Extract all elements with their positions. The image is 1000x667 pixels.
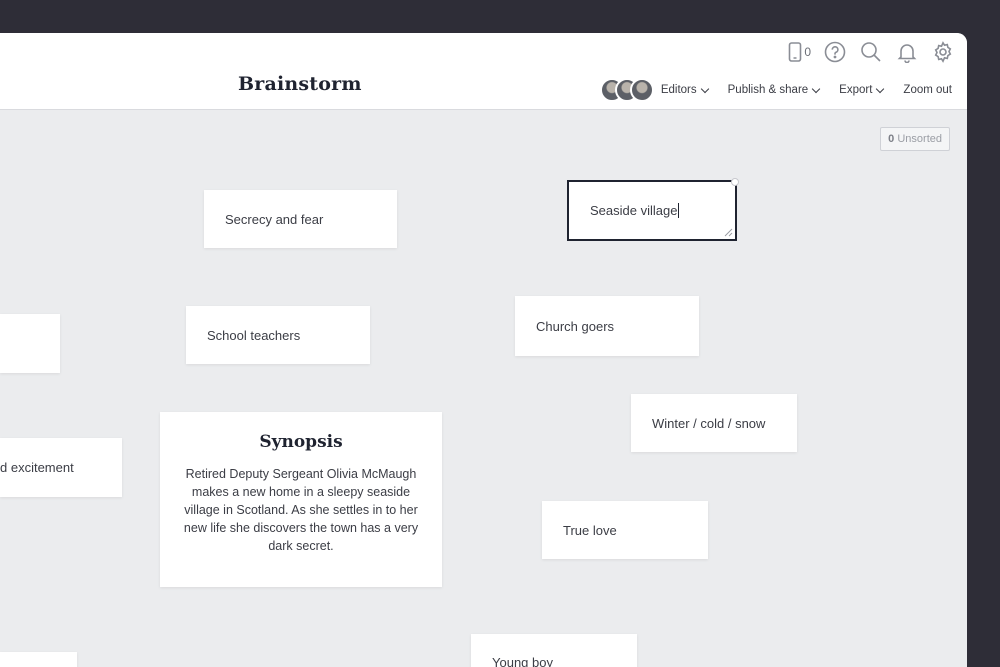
search-button[interactable] xyxy=(859,40,883,64)
card-true-love[interactable]: True love xyxy=(542,501,708,559)
chevron-down-icon xyxy=(876,84,885,93)
settings-button[interactable] xyxy=(931,40,955,64)
export-menu[interactable]: Export xyxy=(839,84,885,96)
avatar xyxy=(629,78,654,102)
unsorted-count: 0 xyxy=(888,133,895,145)
card-partial-bottom-left[interactable] xyxy=(0,652,77,667)
top-bar: Brainstorm 0 Editors Publish & share Exp… xyxy=(0,33,967,110)
card-label: d excitement xyxy=(0,460,74,475)
brainstorm-board[interactable]: 0 Unsorted Secrecy and fear Seaside vill… xyxy=(0,110,967,667)
synopsis-title: Synopsis xyxy=(259,432,343,452)
help-icon xyxy=(824,41,846,63)
editors-menu[interactable]: Editors xyxy=(660,84,709,96)
card-synopsis[interactable]: Synopsis Retired Deputy Sergeant Olivia … xyxy=(160,412,442,587)
phone-icon xyxy=(789,42,802,62)
resize-handle-icon[interactable] xyxy=(724,228,733,237)
chevron-down-icon xyxy=(700,84,709,93)
card-partial-left[interactable] xyxy=(0,314,60,373)
editors-label: Editors xyxy=(660,84,697,96)
card-label: True love xyxy=(563,522,617,538)
chevron-down-icon xyxy=(811,84,821,93)
drag-handle[interactable] xyxy=(731,178,739,186)
editor-avatars[interactable] xyxy=(599,78,654,102)
text-caret xyxy=(678,203,680,218)
card-winter[interactable]: Winter / cold / snow xyxy=(631,394,797,452)
card-text-input[interactable]: Seaside village xyxy=(590,203,677,218)
header-menu: Editors Publish & share Export Zoom out xyxy=(599,78,952,102)
toolbar-icons: 0 xyxy=(776,40,955,64)
zoom-out-button[interactable]: Zoom out xyxy=(903,84,952,96)
help-button[interactable] xyxy=(823,40,847,64)
unsorted-label: Unsorted xyxy=(897,133,942,145)
search-icon xyxy=(861,42,881,62)
card-seaside-editing[interactable]: Seaside village xyxy=(567,178,739,241)
card-label: Secrecy and fear xyxy=(225,211,324,227)
publish-share-menu[interactable]: Publish & share xyxy=(727,84,821,96)
unsorted-button[interactable]: 0 Unsorted xyxy=(880,127,950,151)
notifications-button[interactable] xyxy=(895,40,919,64)
synopsis-body: Retired Deputy Sergeant Olivia McMaugh m… xyxy=(183,467,419,553)
gear-icon xyxy=(934,41,952,63)
card-label: Young boy xyxy=(492,655,553,667)
card-young-boy[interactable]: Young boy xyxy=(471,634,637,667)
card-label: School teachers xyxy=(207,327,301,343)
card-label: Winter / cold / snow xyxy=(652,415,766,431)
publish-share-label: Publish & share xyxy=(727,84,809,96)
card-excitement[interactable]: d excitement xyxy=(0,438,122,497)
app-window: Brainstorm 0 Editors Publish & share Exp… xyxy=(0,33,967,667)
bell-icon xyxy=(897,44,917,63)
page-title: Brainstorm xyxy=(238,73,362,95)
export-label: Export xyxy=(839,84,873,96)
card-secrecy[interactable]: Secrecy and fear xyxy=(204,190,397,248)
phone-count: 0 xyxy=(804,45,811,59)
card-school-teachers[interactable]: School teachers xyxy=(186,306,370,364)
card-church-goers[interactable]: Church goers xyxy=(515,296,699,356)
card-label: Church goers xyxy=(536,318,615,334)
phone-preview-button[interactable]: 0 xyxy=(788,40,811,64)
